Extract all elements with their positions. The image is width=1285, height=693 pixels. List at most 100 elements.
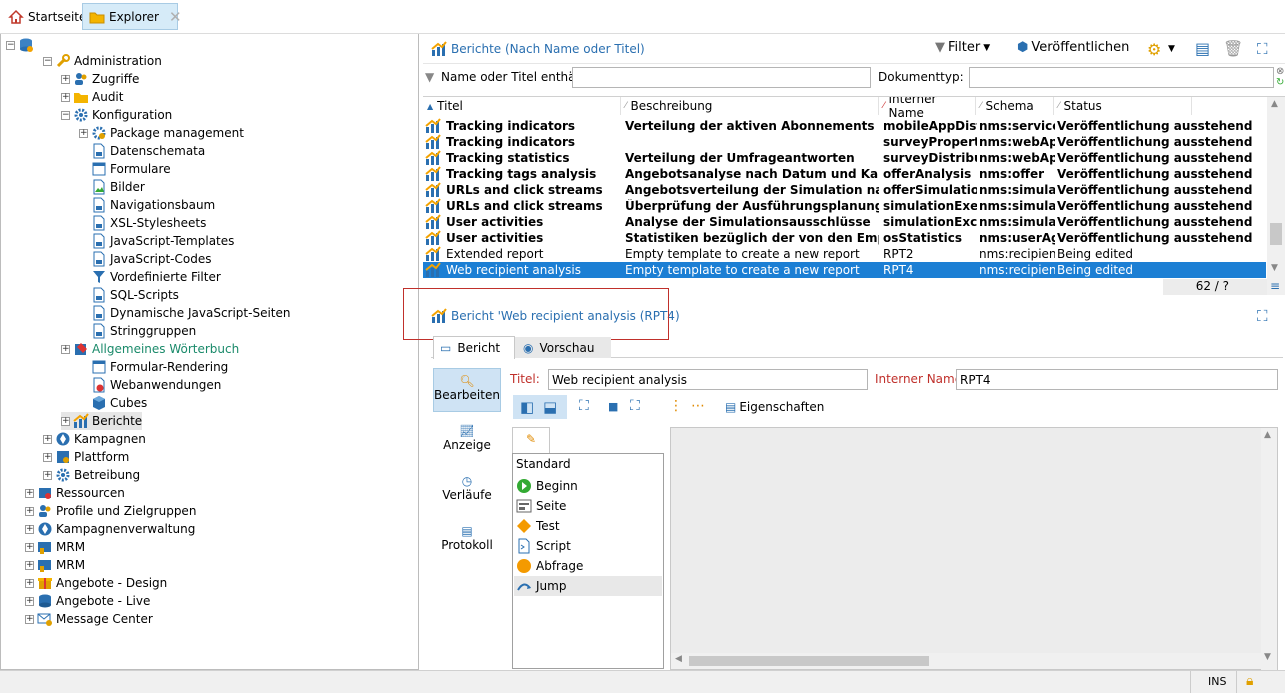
- zoom-fit-icon[interactable]: ⛶: [630, 398, 640, 414]
- expand-toggle[interactable]: +: [79, 128, 88, 138]
- table-row[interactable]: Web recipient analysis Empty template to …: [423, 262, 1266, 278]
- layout-horizontal-icon[interactable]: ⬓: [543, 398, 557, 416]
- publish-button[interactable]: ⬢ Veröffentlichen: [1017, 40, 1129, 55]
- tree-item[interactable]: Datenschemata: [79, 142, 205, 160]
- tree-item[interactable]: + Profile und Zielgruppen: [25, 502, 196, 520]
- tree-item[interactable]: + MRM: [25, 538, 85, 556]
- expand-toggle[interactable]: +: [61, 92, 70, 102]
- collapse-toggle[interactable]: −: [6, 40, 15, 50]
- maximize-icon[interactable]: ⛶: [1257, 307, 1268, 325]
- table-row[interactable]: Tracking indicators surveyPropertie...nms…: [423, 134, 1266, 150]
- column-header-description[interactable]: ⁄ Beschreibung: [621, 97, 879, 115]
- table-row[interactable]: User activities Analyse der Simulationsau…: [423, 214, 1266, 230]
- expand-toggle[interactable]: +: [25, 488, 34, 498]
- palette-item[interactable]: Jump: [514, 576, 662, 596]
- tab-bericht[interactable]: ▭ Bericht: [433, 336, 515, 359]
- table-row[interactable]: Extended report Empty template to create …: [423, 246, 1266, 262]
- tab-startseite[interactable]: Startseite: [2, 3, 92, 30]
- tab-vorschau[interactable]: ◉ Vorschau: [515, 337, 611, 358]
- tree-item[interactable]: Stringgruppen: [79, 322, 196, 340]
- tree-item[interactable]: + Berichte: [61, 412, 143, 430]
- expand-toggle[interactable]: +: [61, 74, 70, 84]
- tree-item[interactable]: JavaScript-Templates: [79, 232, 234, 250]
- internal-name-input[interactable]: [956, 369, 1278, 390]
- palette-item[interactable]: Beginn: [514, 476, 662, 496]
- tree-item[interactable]: Formular-Rendering: [79, 358, 228, 376]
- expand-toggle[interactable]: +: [25, 524, 34, 534]
- tree-item[interactable]: + Kampagnen: [43, 430, 146, 448]
- chevron-down-icon[interactable]: ▼: [1168, 44, 1175, 54]
- tree-item[interactable]: Vordefinierte Filter: [79, 268, 221, 286]
- palette-item[interactable]: Test: [514, 516, 662, 536]
- column-header-status[interactable]: ⁄ Status: [1054, 97, 1192, 115]
- doctype-input[interactable]: [969, 67, 1274, 88]
- filter-button[interactable]: ▼ Filter ▼: [935, 40, 990, 55]
- table-row[interactable]: URLs and click streams Angebotsverteilung…: [423, 182, 1266, 198]
- tree-item[interactable]: + Plattform: [43, 448, 129, 466]
- title-input[interactable]: [548, 369, 868, 390]
- tree-item[interactable]: + Ressourcen: [25, 484, 125, 502]
- vertical-align-icon[interactable]: ⋮: [669, 398, 683, 414]
- tree-item[interactable]: XSL-Stylesheets: [79, 214, 206, 232]
- maximize-icon[interactable]: ⛶: [1257, 40, 1268, 58]
- tree-item[interactable]: Cubes: [79, 394, 147, 412]
- expand-toggle[interactable]: +: [43, 452, 52, 462]
- expand-toggle[interactable]: +: [61, 416, 70, 426]
- tree-item[interactable]: + Kampagnenverwaltung: [25, 520, 195, 538]
- tab-explorer[interactable]: Explorer ✕: [82, 3, 182, 30]
- side-tab-verlaeufe[interactable]: ◷ Verläufe: [432, 474, 502, 502]
- search-input[interactable]: [572, 67, 871, 88]
- tree-item[interactable]: + Allgemeines Wörterbuch: [61, 340, 239, 358]
- tree-root[interactable]: −: [6, 36, 34, 54]
- expand-toggle[interactable]: +: [25, 560, 34, 570]
- tree-item[interactable]: + Zugriffe: [61, 70, 139, 88]
- collapse-toggle[interactable]: −: [43, 56, 52, 66]
- column-header-schema[interactable]: ⁄ Schema: [976, 97, 1054, 115]
- tree-item[interactable]: − Konfiguration: [61, 106, 172, 124]
- expand-toggle[interactable]: +: [25, 506, 34, 516]
- diagram-canvas[interactable]: ▲ ▼ ◀: [670, 427, 1278, 670]
- tree-item[interactable]: + Message Center: [25, 610, 153, 628]
- palette-item[interactable]: Abfrage: [514, 556, 662, 576]
- tree-item[interactable]: + Angebote - Design: [25, 574, 167, 592]
- table-row[interactable]: User activities Statistiken bezüglich der…: [423, 230, 1266, 246]
- expand-toggle[interactable]: +: [25, 614, 34, 624]
- horizontal-align-icon[interactable]: ⋯: [691, 398, 705, 414]
- tree-item[interactable]: Webanwendungen: [79, 376, 221, 394]
- table-row[interactable]: Tracking tags analysis Angebotsanalyse na…: [423, 166, 1266, 182]
- fit-icon[interactable]: ⛶: [579, 398, 589, 414]
- side-tab-protokoll[interactable]: ▤ Protokoll: [432, 524, 502, 552]
- clear-icon[interactable]: ⊗: [1276, 66, 1284, 77]
- palette-item[interactable]: Seite: [514, 496, 662, 516]
- expand-toggle[interactable]: +: [25, 596, 34, 606]
- expand-toggle[interactable]: +: [61, 344, 70, 354]
- close-icon[interactable]: ✕: [169, 8, 182, 26]
- tree-item[interactable]: JavaScript-Codes: [79, 250, 211, 268]
- tree-item[interactable]: + Betreibung: [43, 466, 140, 484]
- side-tab-anzeige[interactable]: 📈︎ Anzeige: [432, 424, 502, 452]
- palette-item[interactable]: Script: [514, 536, 662, 556]
- column-header-internal-name[interactable]: ⁄ Interner Name: [879, 97, 976, 120]
- column-header-title[interactable]: ▲ Titel: [423, 97, 621, 115]
- tree-item[interactable]: + MRM: [25, 556, 85, 574]
- collapse-toggle[interactable]: −: [61, 110, 70, 120]
- layout-vertical-icon[interactable]: ◧: [520, 398, 534, 416]
- tree-item[interactable]: Formulare: [79, 160, 171, 178]
- actual-size-icon[interactable]: ■: [608, 400, 618, 413]
- tree-item[interactable]: Bilder: [79, 178, 145, 196]
- tree-item[interactable]: Dynamische JavaScript-Seiten: [79, 304, 291, 322]
- refresh-icon[interactable]: ↻: [1276, 77, 1284, 88]
- table-row[interactable]: URLs and click streams Überprüfung der Au…: [423, 198, 1266, 214]
- pencil-tab[interactable]: ✎: [512, 427, 550, 453]
- expand-toggle[interactable]: +: [43, 434, 52, 444]
- expand-toggle[interactable]: +: [25, 578, 34, 588]
- table-row[interactable]: Tracking statistics Verteilung der Umfrag…: [423, 150, 1266, 166]
- gear-new-icon[interactable]: ⚙: [1147, 40, 1161, 59]
- tree-item[interactable]: + Package management: [79, 124, 244, 142]
- expand-toggle[interactable]: +: [25, 542, 34, 552]
- canvas-v-scrollbar[interactable]: ▲ ▼: [1261, 428, 1277, 670]
- tree-item[interactable]: + Angebote - Live: [25, 592, 150, 610]
- tree-item[interactable]: SQL-Scripts: [79, 286, 179, 304]
- new-document-icon[interactable]: ▤: [1195, 39, 1210, 58]
- tree-item[interactable]: − Administration: [43, 52, 162, 70]
